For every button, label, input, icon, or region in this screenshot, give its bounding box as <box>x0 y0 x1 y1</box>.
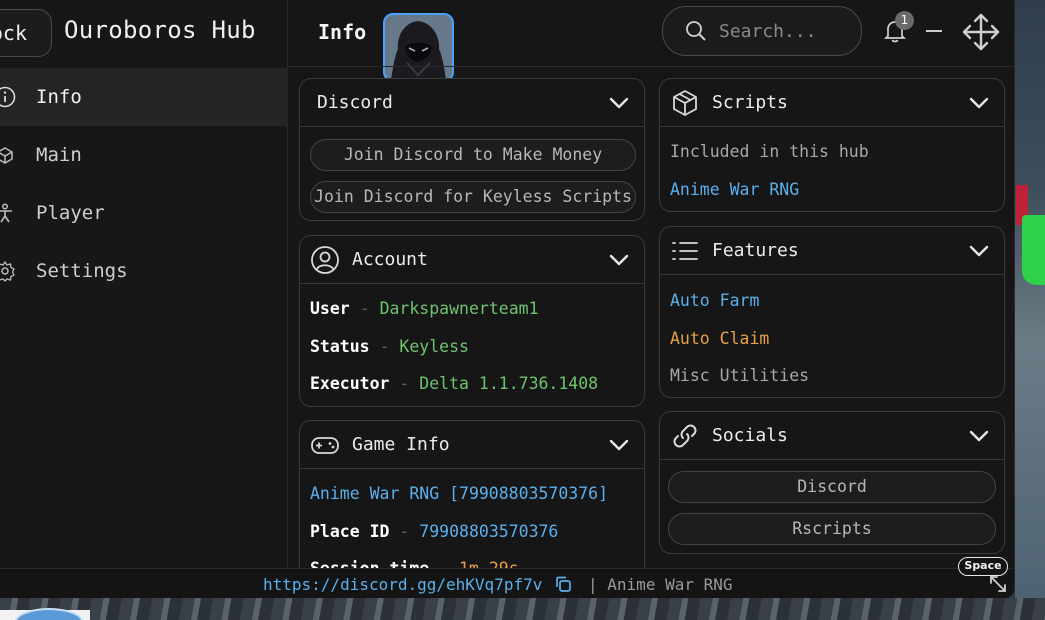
search-icon <box>685 20 707 42</box>
lock-button[interactable]: ock <box>0 9 52 57</box>
field-value: Delta 1.1.736.1408 <box>419 374 599 393</box>
resize-icon[interactable] <box>988 574 1008 594</box>
field-separator: - <box>399 522 410 541</box>
info-icon <box>0 84 18 110</box>
gamepad-icon <box>310 430 340 460</box>
field-value: Keyless <box>399 337 469 356</box>
chevron-down-icon[interactable] <box>608 250 630 270</box>
field-key: Status <box>310 337 370 356</box>
notification-badge: 1 <box>895 11 914 30</box>
scripts-subtitle: Included in this hub <box>670 142 869 161</box>
chevron-down-icon[interactable] <box>968 241 990 261</box>
search-input[interactable] <box>719 20 859 42</box>
field-key: User <box>310 299 350 318</box>
game-background-green-element <box>1022 215 1045 285</box>
field-separator: - <box>379 337 390 356</box>
card-header[interactable]: Scripts <box>660 79 1004 127</box>
account-executor-row: Executor - Delta 1.1.736.1408 <box>310 374 598 393</box>
join-discord-money-button[interactable]: Join Discord to Make Money <box>310 139 636 171</box>
package-icon <box>0 142 18 168</box>
sidebar-item-label: Player <box>36 202 105 224</box>
minimize-icon[interactable] <box>926 30 942 32</box>
discord-invite-link[interactable]: https://discord.gg/ehKVq7pf7v <box>263 575 542 594</box>
sidebar-item-info[interactable]: Info <box>0 68 288 126</box>
features-card: Features Auto Farm Auto Claim Misc Utili… <box>659 226 1005 398</box>
card-header[interactable]: Discord <box>300 79 644 127</box>
place-id-row: Place ID - 79908803570376 <box>310 522 558 541</box>
card-title: Account <box>352 249 428 270</box>
list-icon <box>670 236 700 266</box>
card-header[interactable]: Game Info <box>300 421 644 469</box>
sidebar-item-player[interactable]: Player <box>0 184 288 242</box>
hooded-figure-avatar-icon <box>385 15 452 80</box>
hub-title: Ouroboros Hub <box>64 16 256 44</box>
card-title: Discord <box>317 92 393 113</box>
card-title: Features <box>712 240 799 261</box>
person-icon <box>0 200 18 226</box>
socials-card: Socials Discord Rscripts <box>659 411 1005 554</box>
copy-icon[interactable] <box>554 575 572 593</box>
sidebar: ock Ouroboros Hub Info Main Player Setti… <box>0 0 288 598</box>
sidebar-item-settings[interactable]: Settings <box>0 242 288 300</box>
footer-separator: | <box>588 575 598 594</box>
field-separator: - <box>399 374 410 393</box>
card-title: Socials <box>712 425 788 446</box>
move-icon[interactable] <box>960 11 1002 53</box>
link-icon <box>670 421 700 451</box>
avatar[interactable] <box>383 13 454 82</box>
field-key: Executor <box>310 374 390 393</box>
chevron-down-icon[interactable] <box>968 426 990 446</box>
card-title: Scripts <box>712 92 788 113</box>
cube-icon <box>670 88 700 118</box>
game-background <box>1015 0 1045 620</box>
socials-rscripts-button[interactable]: Rscripts <box>668 513 996 545</box>
feature-auto-farm[interactable]: Auto Farm <box>670 291 759 310</box>
field-separator: - <box>359 299 370 318</box>
socials-discord-button[interactable]: Discord <box>668 471 996 503</box>
sidebar-item-label: Settings <box>36 260 128 282</box>
footer-game-label: Anime War RNG <box>607 575 733 594</box>
footer-game-name: | Anime War RNG <box>588 575 733 594</box>
sidebar-item-label: Info <box>36 86 82 108</box>
card-header[interactable]: Account <box>300 236 644 284</box>
sidebar-item-main[interactable]: Main <box>0 126 288 184</box>
sidebar-item-label: Main <box>36 144 82 166</box>
chevron-down-icon[interactable] <box>968 93 990 113</box>
scripts-card: Scripts Included in this hub Anime War R… <box>659 78 1005 212</box>
feature-misc-utilities[interactable]: Misc Utilities <box>670 366 809 385</box>
page-title: Info <box>318 20 367 44</box>
feature-auto-claim[interactable]: Auto Claim <box>670 329 769 348</box>
topbar-divider <box>288 66 1014 67</box>
user-circle-icon <box>310 245 340 275</box>
card-header[interactable]: Socials <box>660 412 1004 460</box>
game-info-card: Game Info Anime War RNG [79908803570376]… <box>299 420 645 590</box>
field-value: 79908803570376 <box>419 522 559 541</box>
account-card: Account User - Darkspawnerteam1 Status -… <box>299 235 645 407</box>
account-status-row: Status - Keyless <box>310 337 469 356</box>
card-title: Game Info <box>352 434 450 455</box>
chevron-down-icon[interactable] <box>608 93 630 113</box>
search-box[interactable] <box>662 6 862 56</box>
game-background-bottom <box>0 598 1045 620</box>
hub-window: ock Ouroboros Hub Info Main Player Setti… <box>0 0 1015 598</box>
chevron-down-icon[interactable] <box>608 435 630 455</box>
account-user-row: User - Darkspawnerteam1 <box>310 299 539 318</box>
card-header[interactable]: Features <box>660 227 1004 275</box>
game-name-line: Anime War RNG [79908803570376] <box>310 484 609 503</box>
field-value: Darkspawnerteam1 <box>379 299 539 318</box>
join-discord-keyless-button[interactable]: Join Discord for Keyless Scripts <box>310 181 636 213</box>
field-key: Place ID <box>310 522 390 541</box>
footer-bar: https://discord.gg/ehKVq7pf7v | Anime Wa… <box>0 568 1014 598</box>
gear-icon <box>0 258 18 284</box>
scripts-link[interactable]: Anime War RNG <box>670 180 799 199</box>
discord-card: Discord Join Discord to Make Money Join … <box>299 78 645 221</box>
